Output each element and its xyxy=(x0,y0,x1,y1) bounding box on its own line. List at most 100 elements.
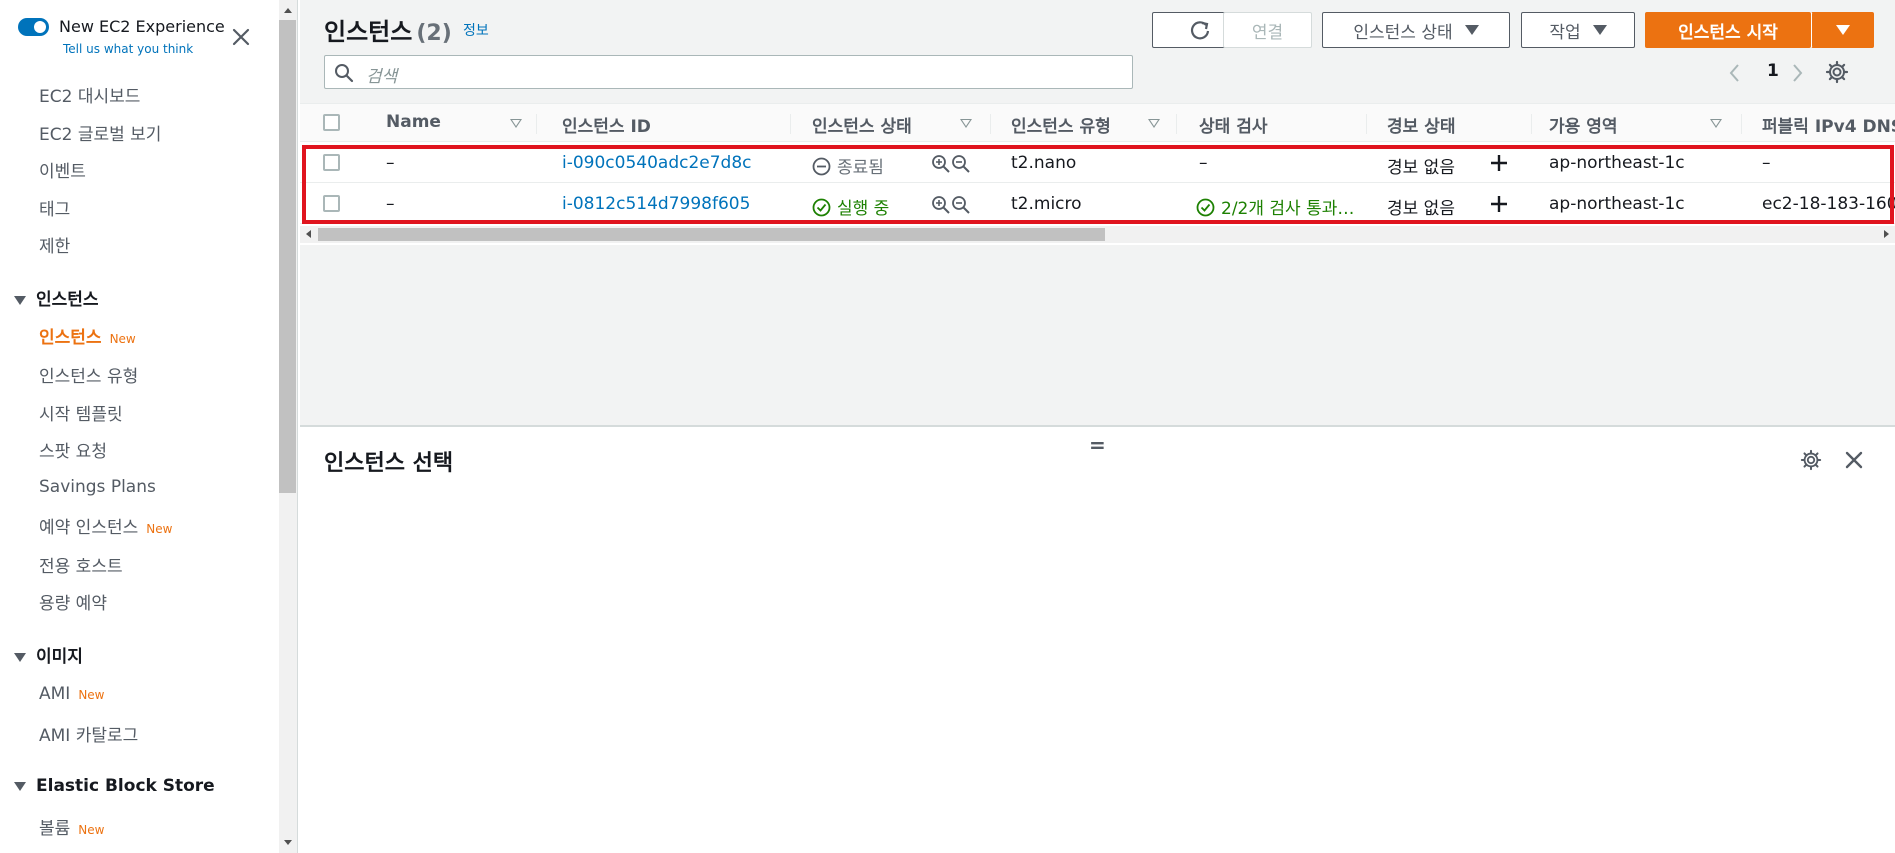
scroll-right-arrow-icon[interactable] xyxy=(1884,230,1889,238)
sidebar-item-instances[interactable]: 인스턴스 New xyxy=(39,323,136,348)
sidebar-item-events[interactable]: 이벤트 xyxy=(39,157,86,182)
split-panel-resize-handle[interactable]: = xyxy=(1089,433,1106,457)
zoom-out-icon[interactable] xyxy=(951,195,971,219)
sidebar-section-ebs[interactable]: Elastic Block Store xyxy=(14,776,215,796)
add-alarm-icon[interactable] xyxy=(1487,192,1511,220)
column-separator[interactable] xyxy=(1741,114,1742,134)
scroll-down-arrow-icon[interactable] xyxy=(284,840,292,845)
column-header-instance-id[interactable]: 인스턴스 ID xyxy=(562,112,651,137)
column-separator[interactable] xyxy=(1366,114,1367,134)
sidebar-item-savings-plans[interactable]: Savings Plans xyxy=(39,477,156,497)
column-header-public-dns[interactable]: 퍼블릭 IPv4 DNS xyxy=(1762,112,1895,137)
column-header-status-check[interactable]: 상태 검사 xyxy=(1199,112,1267,137)
cell-name: – xyxy=(386,194,395,214)
scroll-up-arrow-icon[interactable] xyxy=(284,8,292,13)
scroll-left-arrow-icon[interactable] xyxy=(306,230,311,238)
close-icon[interactable] xyxy=(1843,449,1865,475)
sidebar-item-tags[interactable]: 태그 xyxy=(39,195,70,220)
table-row[interactable]: – i-090c0540adc2e7d8c 종료됨 t2.nano – 경보 없… xyxy=(300,143,1895,183)
scrollbar-thumb[interactable] xyxy=(279,20,296,493)
expand-triangle-icon xyxy=(14,652,26,662)
gear-icon[interactable] xyxy=(1800,449,1822,475)
column-separator[interactable] xyxy=(1176,114,1177,134)
sidebar-item-spot-requests[interactable]: 스팟 요청 xyxy=(39,437,107,462)
gear-icon[interactable] xyxy=(1825,60,1849,88)
experience-toggle-header: New EC2 Experience Tell us what you thin… xyxy=(0,0,279,70)
connect-button[interactable]: 연결 xyxy=(1223,12,1312,48)
split-panel: = 인스턴스 선택 xyxy=(300,425,1895,853)
row-checkbox[interactable] xyxy=(323,154,340,171)
table-horizontal-scrollbar[interactable] xyxy=(300,226,1895,243)
column-separator[interactable] xyxy=(536,114,537,134)
section-title: 인스턴스 xyxy=(36,290,99,310)
refresh-icon xyxy=(1190,21,1210,40)
search-icon xyxy=(334,63,354,87)
sort-icon[interactable] xyxy=(510,119,522,128)
sidebar-item-ec2-dashboard[interactable]: EC2 대시보드 xyxy=(39,82,140,107)
close-icon[interactable] xyxy=(230,26,252,48)
sidebar-section-images[interactable]: 이미지 xyxy=(14,642,83,667)
page-title-text: 인스턴스 xyxy=(324,18,413,46)
cell-instance-id[interactable]: i-090c0540adc2e7d8c xyxy=(562,153,752,173)
instance-count: (2) xyxy=(416,21,452,46)
section-title: 이미지 xyxy=(36,647,83,667)
sidebar-section-instances[interactable]: 인스턴스 xyxy=(14,285,99,310)
sidebar-item-volumes[interactable]: 볼륨 New xyxy=(39,814,104,839)
new-badge: New xyxy=(146,522,173,536)
cell-instance-id[interactable]: i-0812c514d7998f605 xyxy=(562,194,750,214)
search-bar[interactable]: 검색 xyxy=(324,55,1133,89)
sidebar-item-ami[interactable]: AMI New xyxy=(39,684,105,704)
launch-instances-button[interactable]: 인스턴스 시작 xyxy=(1645,12,1811,48)
column-separator[interactable] xyxy=(1531,114,1532,134)
table-row[interactable]: – i-0812c514d7998f605 실행 중 t2.micro 2/2개… xyxy=(300,184,1895,224)
column-header-name[interactable]: Name xyxy=(386,112,441,132)
caret-down-icon xyxy=(1835,25,1850,35)
sidebar-item-ami-catalog[interactable]: AMI 카탈로그 xyxy=(39,721,138,746)
current-page-number[interactable]: 1 xyxy=(1767,61,1779,81)
sort-icon[interactable] xyxy=(1148,119,1160,128)
sidebar-scrollbar[interactable] xyxy=(279,0,298,853)
sidebar-item-launch-templates[interactable]: 시작 템플릿 xyxy=(39,400,123,425)
next-page-icon[interactable] xyxy=(1788,62,1806,84)
instances-panel: 인스턴스 (2) 정보 연결 인스턴스 상태 작업 인스턴스 시작 검색 1 N… xyxy=(300,0,1895,425)
new-badge: New xyxy=(78,688,105,702)
cell-status-check: 2/2개 검사 통과… xyxy=(1196,194,1354,222)
toggle-knob xyxy=(34,21,46,33)
column-separator[interactable] xyxy=(790,114,791,134)
column-header-instance-state[interactable]: 인스턴스 상태 xyxy=(812,112,912,137)
column-header-availability-zone[interactable]: 가용 영역 xyxy=(1549,112,1617,137)
scrollbar-thumb[interactable] xyxy=(318,228,1105,241)
cell-availability-zone: ap-northeast-1c xyxy=(1549,153,1685,173)
column-header-alarm-status[interactable]: 경보 상태 xyxy=(1387,112,1455,137)
cell-instance-type: t2.nano xyxy=(1011,153,1077,173)
add-alarm-icon[interactable] xyxy=(1487,151,1511,179)
previous-page-icon[interactable] xyxy=(1726,62,1744,84)
select-all-checkbox[interactable] xyxy=(323,114,340,131)
new-badge: New xyxy=(109,332,136,346)
new-experience-toggle[interactable] xyxy=(18,18,49,36)
sidebar-item-label: 볼륨 xyxy=(39,819,71,839)
column-separator[interactable] xyxy=(990,114,991,134)
column-header-instance-type[interactable]: 인스턴스 유형 xyxy=(1011,112,1111,137)
launch-dropdown-button[interactable] xyxy=(1811,12,1874,48)
sidebar-item-instance-types[interactable]: 인스턴스 유형 xyxy=(39,362,138,387)
sidebar-item-global-view[interactable]: EC2 글로벌 보기 xyxy=(39,120,161,145)
sort-icon[interactable] xyxy=(1710,119,1722,128)
ec2-console: New EC2 Experience Tell us what you thin… xyxy=(0,0,1895,853)
sidebar-item-capacity-reservations[interactable]: 용량 예약 xyxy=(39,589,107,614)
actions-dropdown[interactable]: 작업 xyxy=(1521,12,1635,48)
sidebar-item-label: 인스턴스 xyxy=(39,328,102,348)
sidebar-item-dedicated-hosts[interactable]: 전용 호스트 xyxy=(39,552,123,577)
instance-state-dropdown[interactable]: 인스턴스 상태 xyxy=(1322,12,1510,48)
instances-table: Name 인스턴스 ID 인스턴스 상태 인스턴스 유형 상태 검사 경보 상태 xyxy=(300,103,1895,245)
feedback-link[interactable]: Tell us what you think xyxy=(63,42,193,56)
zoom-in-icon[interactable] xyxy=(931,195,951,219)
info-link[interactable]: 정보 xyxy=(463,20,489,40)
zoom-out-icon[interactable] xyxy=(951,154,971,178)
sidebar-item-reserved-instances[interactable]: 예약 인스턴스 New xyxy=(39,513,172,538)
sort-icon[interactable] xyxy=(960,119,972,128)
zoom-in-icon[interactable] xyxy=(931,154,951,178)
sidebar-item-limits[interactable]: 제한 xyxy=(39,232,70,257)
row-checkbox[interactable] xyxy=(323,195,340,212)
caret-down-icon xyxy=(1592,25,1607,35)
